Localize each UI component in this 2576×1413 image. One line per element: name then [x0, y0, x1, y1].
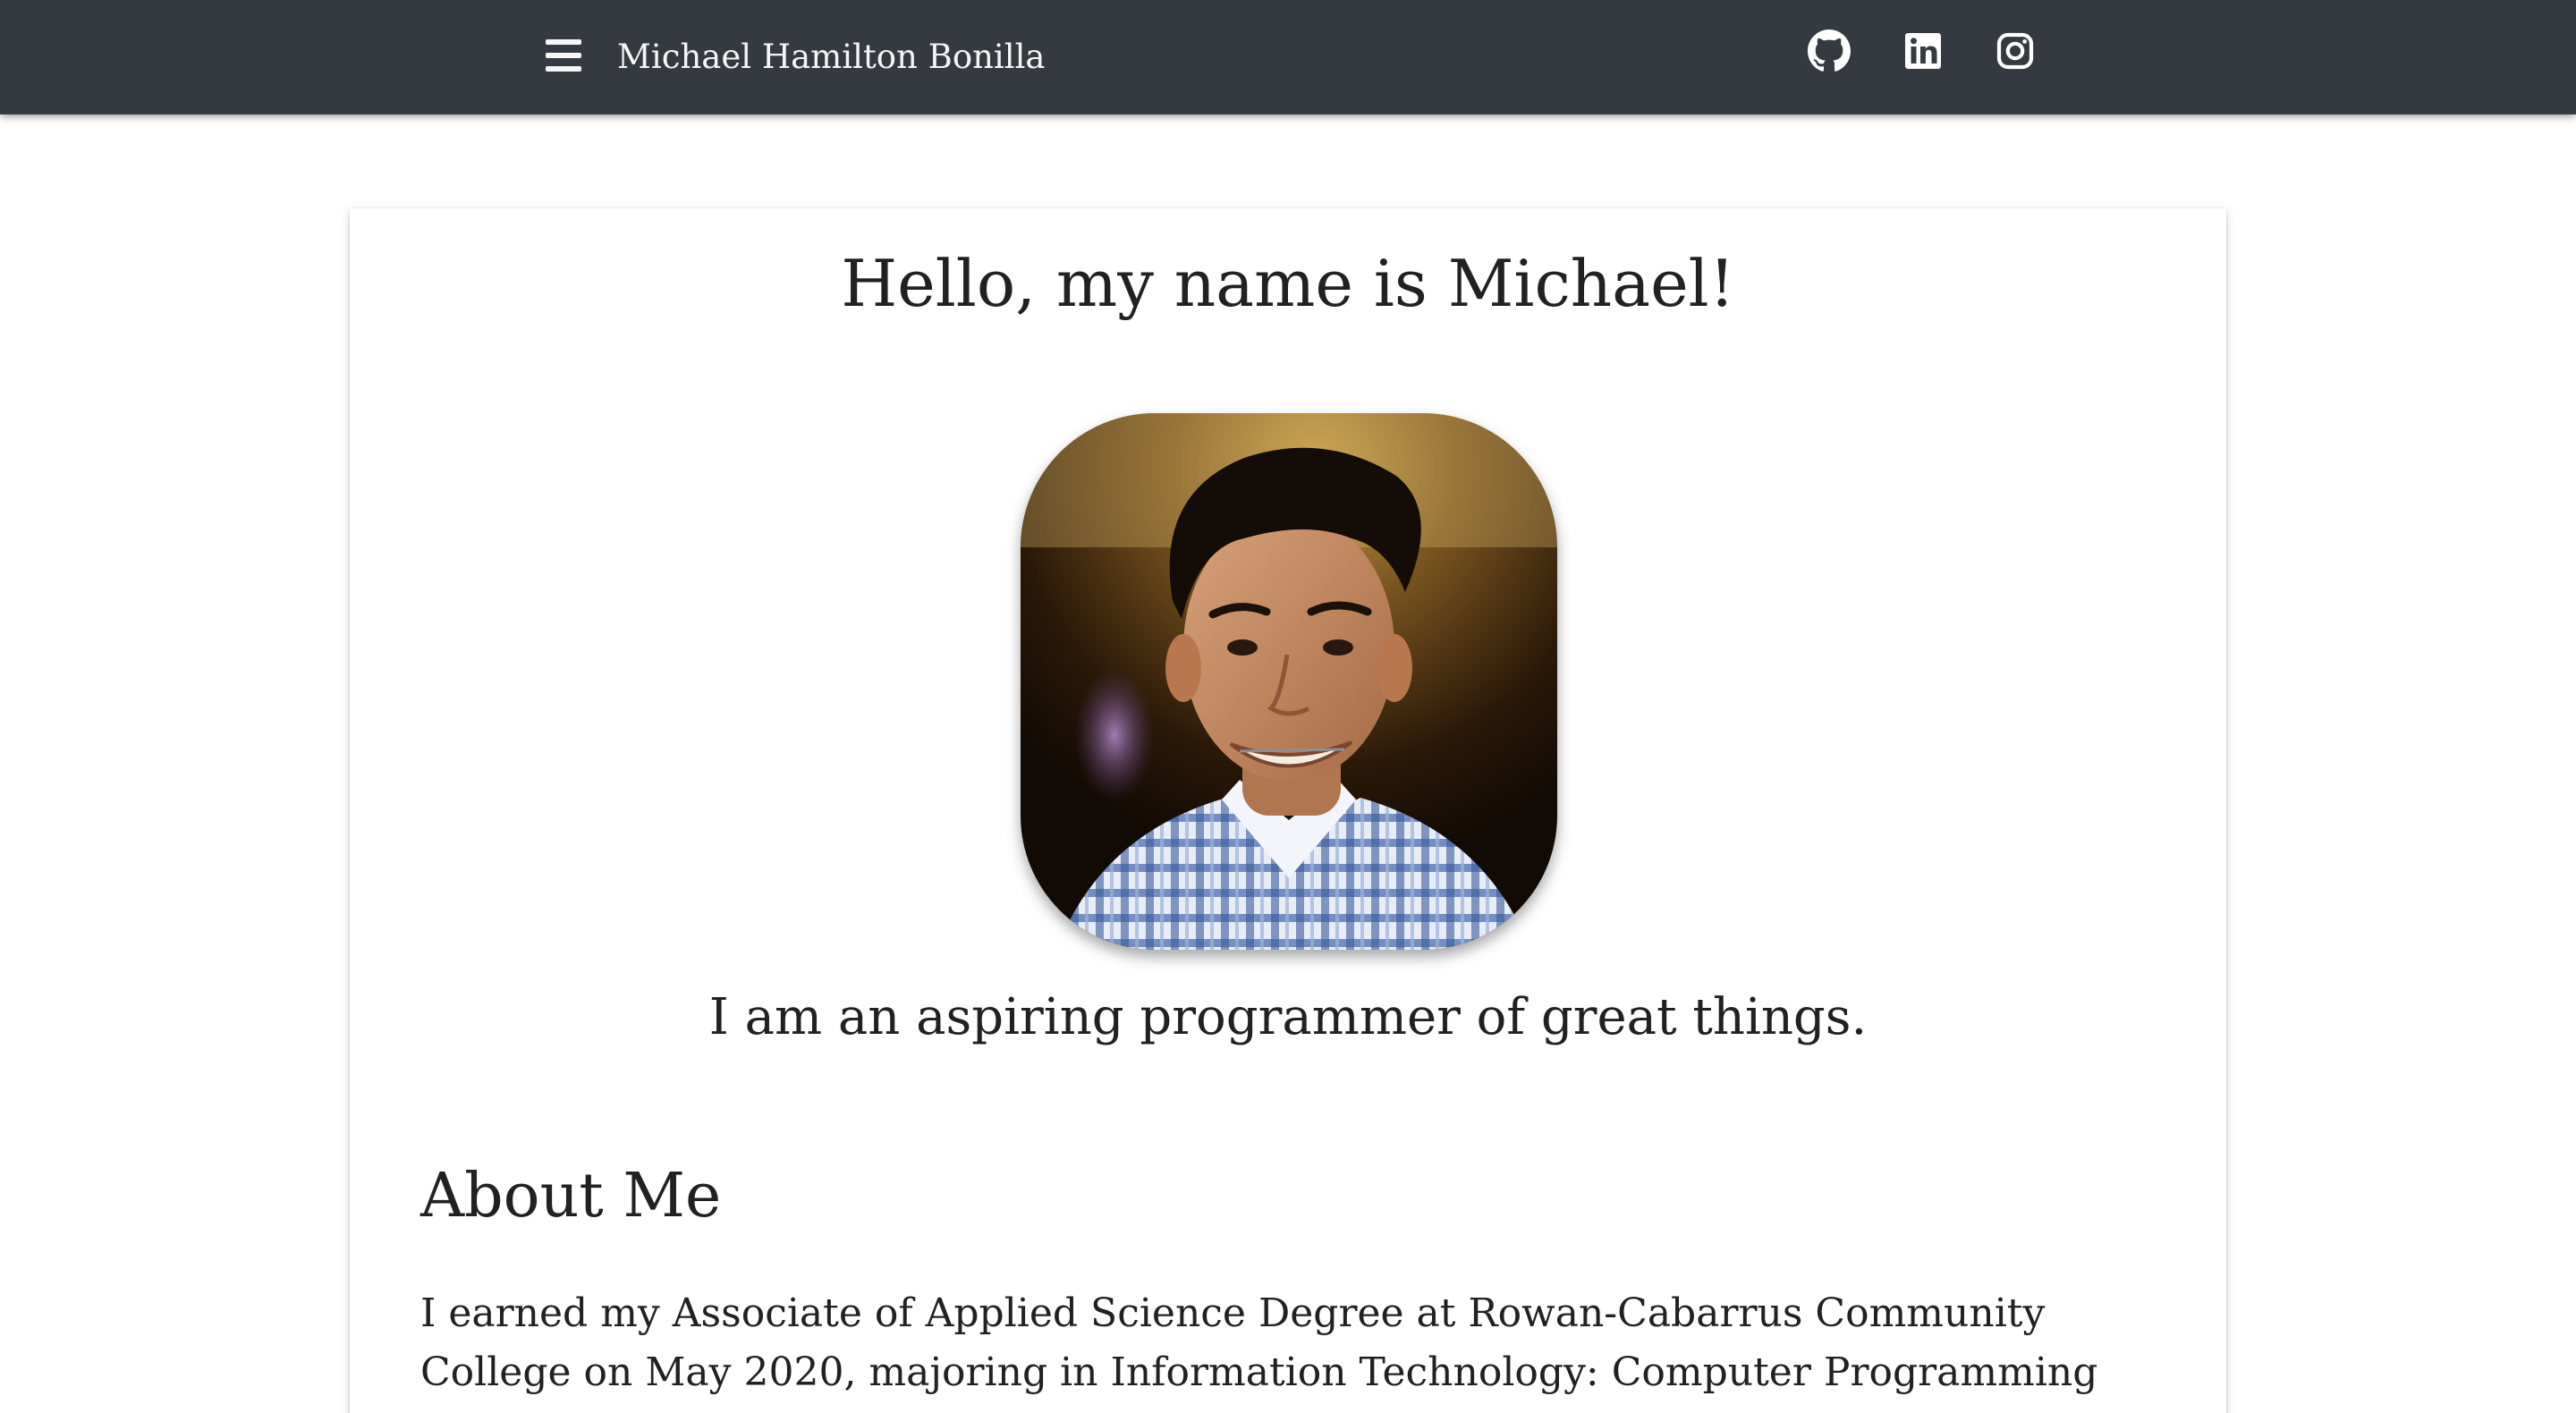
- about-paragraph: I earned my Associate of Applied Science…: [420, 1290, 2098, 1413]
- about-heading: About Me: [420, 1161, 722, 1231]
- page-title: Hello, my name is Michael!: [841, 246, 1735, 321]
- menu-line: [546, 66, 581, 72]
- menu-line: [546, 39, 581, 45]
- hamburger-menu-icon[interactable]: [542, 39, 589, 75]
- site-brand-link[interactable]: Michael Hamilton Bonilla: [617, 34, 1046, 80]
- github-icon[interactable]: [1808, 30, 1851, 72]
- linkedin-icon[interactable]: [1902, 30, 1945, 72]
- top-navbar: Michael Hamilton Bonilla: [0, 0, 2576, 114]
- profile-photo: [1021, 413, 1557, 950]
- menu-line: [546, 53, 581, 58]
- tagline: I am an aspiring programmer of great thi…: [708, 988, 1868, 1046]
- instagram-icon[interactable]: [1994, 30, 2037, 72]
